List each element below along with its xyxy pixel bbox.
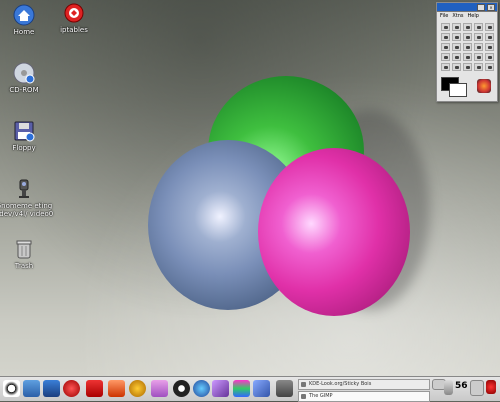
home-folder-icon[interactable] xyxy=(86,380,103,397)
close-button[interactable]: × xyxy=(487,4,495,11)
menu-help[interactable]: Help xyxy=(468,13,479,20)
color-palette-icon[interactable] xyxy=(233,380,250,397)
monitor-icon[interactable] xyxy=(43,380,60,397)
task-button-gimp[interactable]: The GIMP xyxy=(298,391,430,402)
trash-icon xyxy=(13,238,35,260)
text-tool-icon[interactable] xyxy=(452,43,461,51)
browser-icon xyxy=(301,382,306,387)
flip-tool-icon[interactable] xyxy=(441,43,450,51)
move-tool-icon[interactable] xyxy=(452,33,461,41)
desktop-icon-label: Trash xyxy=(14,262,34,270)
background-color-swatch[interactable] xyxy=(449,83,467,97)
pencil-tool-icon[interactable] xyxy=(441,53,450,61)
transform-tool-icon[interactable] xyxy=(485,33,494,41)
desktop-icon-label: Floppy xyxy=(12,144,36,152)
butterfly-icon[interactable] xyxy=(151,380,168,397)
desktop-icon-label: Gnomeme eting / dev/v4l/ video0 xyxy=(0,202,54,218)
measure-tool-icon[interactable] xyxy=(485,63,494,71)
mozilla-icon[interactable] xyxy=(63,380,80,397)
color-picker-tool-icon[interactable] xyxy=(463,43,472,51)
desktop-icon-floppy[interactable]: Floppy xyxy=(0,120,54,152)
ellipse-select-tool-icon[interactable] xyxy=(452,23,461,31)
pink-sphere xyxy=(258,148,410,316)
cpu-monitor-icon xyxy=(444,380,453,395)
blur-tool-icon[interactable] xyxy=(441,63,450,71)
webcam-icon xyxy=(13,178,35,200)
gimp-icon xyxy=(301,394,306,399)
menu-xtns[interactable]: Xtns xyxy=(452,13,463,20)
smudge-tool-icon[interactable] xyxy=(474,63,483,71)
ink-tool-icon[interactable] xyxy=(452,63,461,71)
clone-tool-icon[interactable] xyxy=(485,53,494,61)
desktop-icon-label: CD-ROM xyxy=(9,86,39,94)
gnome-foot-icon[interactable] xyxy=(3,380,20,397)
bucket-fill-tool-icon[interactable] xyxy=(474,43,483,51)
graphics-app-icon[interactable] xyxy=(108,380,125,397)
zoom-tool-icon[interactable] xyxy=(463,33,472,41)
terminal-icon[interactable] xyxy=(23,380,40,397)
gimp-toolbox-window[interactable]: × File Xtns Help xyxy=(436,2,498,102)
desktop: Home iptables CD-ROM Floppy Gnomeme etin… xyxy=(0,0,500,376)
brush-pattern-preview[interactable] xyxy=(477,79,491,93)
desktop-icon-iptables[interactable]: iptables xyxy=(44,2,104,34)
eraser-tool-icon[interactable] xyxy=(463,53,472,61)
color-area xyxy=(437,75,497,97)
qt-designer-icon[interactable] xyxy=(212,380,229,397)
gimp-wilber-icon[interactable] xyxy=(173,380,190,397)
gradient-tool-icon[interactable] xyxy=(485,43,494,51)
floppy-icon xyxy=(13,120,35,142)
crop-tool-icon[interactable] xyxy=(474,33,483,41)
rect-select-tool-icon[interactable] xyxy=(441,23,450,31)
clock[interactable]: 56 xyxy=(455,381,468,391)
dodge-tool-icon[interactable] xyxy=(463,63,472,71)
3d-cube-icon[interactable] xyxy=(253,380,270,397)
fuzzy-select-tool-icon[interactable] xyxy=(474,23,483,31)
gimp-sphere-render xyxy=(140,70,440,330)
scissors-tool-icon[interactable] xyxy=(441,33,450,41)
settings-gear-icon[interactable] xyxy=(129,380,146,397)
task-button-kde-look[interactable]: KDE-Look.org/Sticky Bois xyxy=(298,379,430,390)
paintbrush-tool-icon[interactable] xyxy=(452,53,461,61)
gimp-titlebar[interactable]: × xyxy=(437,3,497,12)
gimp-menubar: File Xtns Help xyxy=(437,12,497,21)
task-list: KDE-Look.org/Sticky Bois The GIMP xyxy=(298,379,430,402)
lasso-tool-icon[interactable] xyxy=(463,23,472,31)
gimp-tool-grid xyxy=(437,21,497,73)
iptables-icon xyxy=(63,2,85,24)
calculator-icon[interactable] xyxy=(276,380,293,397)
bottom-panel: KDE-Look.org/Sticky Bois The GIMP 56 xyxy=(0,376,500,402)
home-icon xyxy=(13,4,35,26)
menu-file[interactable]: File xyxy=(440,13,448,20)
desktop-icon-trash[interactable]: Trash xyxy=(0,238,54,270)
bezier-tool-icon[interactable] xyxy=(485,23,494,31)
minimize-button[interactable] xyxy=(477,4,485,11)
atom-icon[interactable] xyxy=(193,380,210,397)
task-label: The GIMP xyxy=(309,393,333,399)
desktop-icon-label: iptables xyxy=(60,26,88,34)
desktop-icon-cdrom[interactable]: CD-ROM xyxy=(0,62,54,94)
desktop-icon-gnomemeeting[interactable]: Gnomeme eting / dev/v4l/ video0 xyxy=(0,178,54,218)
task-label: KDE-Look.org/Sticky Bois xyxy=(309,381,372,387)
cdrom-icon xyxy=(13,62,35,84)
update-notifier-icon[interactable] xyxy=(486,380,496,394)
airbrush-tool-icon[interactable] xyxy=(474,53,483,61)
battery-icon xyxy=(470,380,484,396)
